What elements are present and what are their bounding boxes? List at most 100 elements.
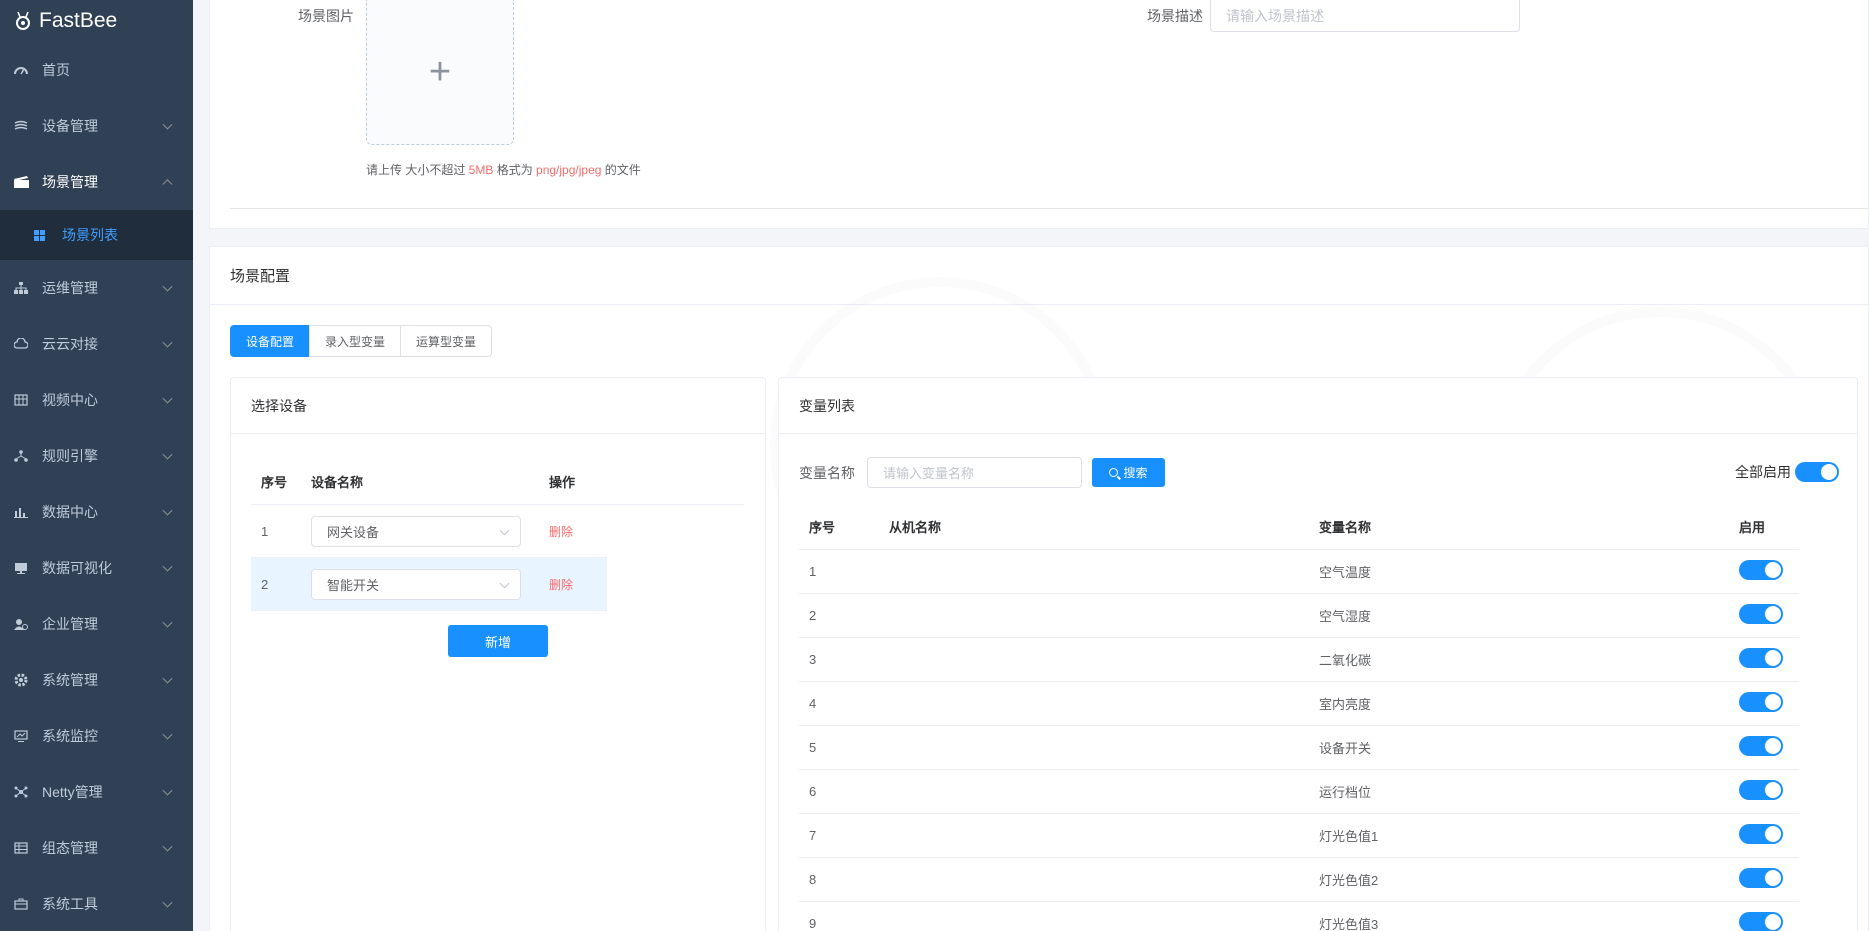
chart-icon [12,505,30,519]
sidebar-item-label: 企业管理 [42,616,98,632]
device-panel: 选择设备 序号 设备名称 操作 1 网关设备 删除 2 智能开关 删除 新增 [230,377,766,931]
dashboard-icon [12,63,30,77]
network-icon [12,785,30,799]
chevron-down-icon [162,561,173,572]
device-panel-title: 选择设备 [231,378,765,434]
chevron-down-icon [162,729,173,740]
variable-panel: 变量列表 变量名称 请输入变量名称 搜索 全部启用 序号 从机名称 变量名称 启… [778,377,1858,931]
chevron-down-icon [162,897,173,908]
chevron-up-icon [162,179,173,190]
sidebar-item-rule[interactable]: 规则引擎 [0,428,193,484]
sidebar-subitem-label: 场景列表 [62,227,118,243]
sidebar-item-device[interactable]: 设备管理 [0,98,193,154]
chevron-down-icon [499,578,510,588]
enable-switch[interactable] [1739,868,1783,888]
enable-all-switch[interactable] [1795,462,1839,482]
variable-panel-title: 变量列表 [779,378,1857,434]
chevron-down-icon [162,617,173,628]
table-row: 4 室内亮度 [799,682,1799,726]
enterprise-icon [12,617,30,631]
enable-switch[interactable] [1739,692,1783,712]
device-select[interactable]: 智能开关 [311,568,521,600]
sidebar-item-scene[interactable]: 场景管理 [0,154,193,210]
device-select[interactable]: 网关设备 [311,515,521,547]
sidebar-item-label: 组态管理 [42,840,98,856]
sidebar-item-label: 运维管理 [42,280,98,296]
sidebar-item-label: 云云对接 [42,336,98,352]
table-row: 1 空气温度 [799,550,1799,594]
sidebar-item-visual[interactable]: 数据可视化 [0,540,193,596]
table-row: 1 网关设备 删除 [251,505,607,558]
app-logo[interactable]: FastBee [0,0,193,42]
sidebar-item-label: 规则引擎 [42,448,98,464]
chevron-down-icon [162,119,173,130]
table-row: 3 二氧化碳 [799,638,1799,682]
variable-search-input[interactable]: 请输入变量名称 [867,457,1082,488]
chevron-down-icon [162,505,173,516]
tree-icon [12,281,30,295]
sidebar-item-label: 数据中心 [42,504,98,520]
tab-device-config[interactable]: 设备配置 [230,325,311,357]
sidebar-item-data[interactable]: 数据中心 [0,484,193,540]
sidebar-item-cloud[interactable]: 云云对接 [0,316,193,372]
toolbox-icon [12,897,30,911]
scene-desc-input[interactable]: 请输入场景描述 [1210,0,1520,32]
tab-compute-variable[interactable]: 运算型变量 [400,325,493,357]
sidebar-subitem-scene-list[interactable]: 场景列表 [0,210,193,260]
enable-switch[interactable] [1739,648,1783,668]
sidebar-item-label: 场景管理 [42,174,98,190]
image-upload-box[interactable]: + [366,0,514,145]
enable-switch[interactable] [1739,604,1783,624]
tab-input-variable[interactable]: 录入型变量 [309,325,402,357]
chevron-down-icon [162,393,173,404]
enable-switch[interactable] [1739,912,1783,931]
chevron-down-icon [162,449,173,460]
scene-icon [12,175,30,189]
sidebar-item-label: 首页 [42,62,70,78]
card-title: 场景配置 [210,247,1868,305]
table-row: 9 灯光色值3 [799,902,1799,931]
monitor-icon [12,561,30,575]
delete-link[interactable]: 删除 [549,525,573,539]
chevron-down-icon [162,673,173,684]
chevron-down-icon [162,281,173,292]
sidebar-item-label: 视频中心 [42,392,98,408]
rule-icon [12,449,30,463]
gear-icon [12,673,30,687]
plus-icon: + [428,51,452,93]
sidebar-item-label: 系统工具 [42,896,98,912]
chevron-down-icon [499,525,510,535]
sidebar-item-netty[interactable]: Netty管理 [0,764,193,820]
sidebar-item-label: 系统监控 [42,728,98,744]
scene-config-card: 场景配置 设备配置 录入型变量 运算型变量 选择设备 序号 设备名称 操作 1 … [209,246,1869,931]
screen-icon [12,729,30,743]
sidebar-item-label: Netty管理 [42,784,103,800]
delete-link[interactable]: 删除 [549,578,573,592]
sidebar-item-system[interactable]: 系统管理 [0,652,193,708]
variable-search-label: 变量名称 [799,465,855,481]
video-icon [12,393,30,407]
table-row: 8 灯光色值2 [799,858,1799,902]
bee-logo-icon [16,11,30,30]
device-icon [12,119,30,133]
table-row: 7 灯光色值1 [799,814,1799,858]
scene-basic-form: 场景图片 + 请上传 大小不超过 5MB 格式为 png/jpg/jpeg 的文… [209,0,1869,229]
divider [230,208,1868,209]
enable-switch[interactable] [1739,824,1783,844]
sidebar-item-ops[interactable]: 运维管理 [0,260,193,316]
chevron-down-icon [162,785,173,796]
sidebar-item-video[interactable]: 视频中心 [0,372,193,428]
sidebar-item-enterprise[interactable]: 企业管理 [0,596,193,652]
search-icon [1109,468,1119,477]
sidebar-item-config[interactable]: 组态管理 [0,820,193,876]
add-device-button[interactable]: 新增 [448,625,548,657]
table-row: 2 智能开关 删除 [251,558,607,611]
enable-switch[interactable] [1739,560,1783,580]
enable-switch[interactable] [1739,780,1783,800]
sidebar-item-tools[interactable]: 系统工具 [0,876,193,931]
table-row: 5 设备开关 [799,726,1799,770]
sidebar-item-monitor[interactable]: 系统监控 [0,708,193,764]
search-button[interactable]: 搜索 [1092,458,1165,487]
enable-switch[interactable] [1739,736,1783,756]
sidebar-item-home[interactable]: 首页 [0,42,193,98]
